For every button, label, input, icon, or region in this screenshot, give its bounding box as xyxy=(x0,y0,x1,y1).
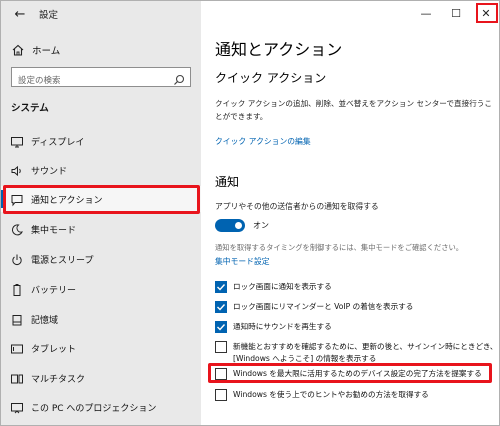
maximize-button[interactable]: ☐ xyxy=(441,1,471,25)
speaker-icon xyxy=(10,163,24,177)
moon-icon xyxy=(10,222,24,236)
sidebar-item-notifications[interactable]: 通知とアクション xyxy=(1,186,201,212)
sidebar-item-display[interactable]: ディスプレイ xyxy=(1,128,201,154)
sidebar-item-multitasking[interactable]: マルチタスク xyxy=(1,365,201,391)
search-box xyxy=(11,67,191,90)
sidebar-item-label: この PC へのプロジェクション xyxy=(31,404,157,414)
minimize-button[interactable]: — xyxy=(411,1,441,25)
checkbox-label: 通知時にサウンドを再生する xyxy=(233,322,332,331)
sidebar-item-tablet[interactable]: タブレット xyxy=(1,335,201,361)
sidebar-item-power[interactable]: 電源とスリープ xyxy=(1,246,201,272)
focus-settings-link[interactable]: 集中モード設定 xyxy=(215,256,270,267)
checkbox-label: 新機能とおすすめを確認するために、更新の後と、サインイン時にときどき、[Wind… xyxy=(233,342,498,363)
checkbox-label: Windows を最大限に活用するためのデバイス設定の完了方法を提案する xyxy=(233,369,482,378)
title-bar: ← 設定 xyxy=(1,1,201,27)
sidebar-item-label: ディスプレイ xyxy=(31,138,85,148)
sidebar-item-storage[interactable]: 記憶域 xyxy=(1,306,201,332)
checkbox[interactable] xyxy=(215,389,227,401)
close-button[interactable]: ✕ xyxy=(471,1,499,25)
sidebar-item-label: 集中モード xyxy=(31,226,77,236)
sidebar-item-label: バッテリー xyxy=(31,286,77,296)
sidebar-item-battery[interactable]: バッテリー xyxy=(1,276,201,302)
checkbox-label: Windows を使う上でのヒントやお勧めの方法を取得する xyxy=(233,390,429,399)
power-icon xyxy=(10,252,24,266)
checkbox[interactable] xyxy=(215,281,227,293)
notifications-heading: 通知 xyxy=(215,175,240,189)
quick-actions-heading: クイック アクション xyxy=(215,71,327,85)
projection-icon xyxy=(10,400,24,414)
sidebar-item-focus[interactable]: 集中モード xyxy=(1,216,201,242)
sidebar-item-label: 電源とスリープ xyxy=(31,256,94,266)
sidebar-item-home[interactable]: ホーム xyxy=(1,38,201,60)
app-title: 設定 xyxy=(39,10,59,21)
window-controls: — ☐ ✕ xyxy=(411,1,499,25)
tablet-icon xyxy=(10,341,24,355)
home-icon xyxy=(11,42,25,56)
checkbox-label: ロック画面にリマインダーと VoIP の着信を表示する xyxy=(233,302,414,311)
checkbox-label: ロック画面に通知を表示する xyxy=(233,282,332,291)
checkbox[interactable] xyxy=(215,368,227,380)
checkbox[interactable] xyxy=(215,321,227,333)
storage-icon xyxy=(10,312,24,326)
sidebar-item-sound[interactable]: サウンド xyxy=(1,157,201,183)
main-panel: — ☐ ✕ 通知とアクション クイック アクション クイック アクションの追加、… xyxy=(201,1,499,425)
notifications-toggle[interactable] xyxy=(215,219,245,232)
checkbox[interactable] xyxy=(215,301,227,313)
sidebar-section-heading: システム xyxy=(11,103,49,114)
edit-quick-actions-link[interactable]: クイック アクションの編集 xyxy=(215,136,311,147)
battery-icon xyxy=(10,282,24,296)
multitask-icon xyxy=(10,371,24,385)
sidebar-item-projection[interactable]: この PC へのプロジェクション xyxy=(1,394,201,420)
sidebar-item-label: ホーム xyxy=(32,46,61,57)
sidebar-item-label: 記憶域 xyxy=(31,316,59,326)
page-title: 通知とアクション xyxy=(215,40,343,59)
notification-icon xyxy=(10,192,24,207)
search-input[interactable] xyxy=(12,72,162,90)
focus-description: 通知を取得するタイミングを制御するには、集中モードをご確認ください。 xyxy=(215,243,464,252)
sidebar-item-label: タブレット xyxy=(31,345,77,355)
sidebar: ← 設定 ホーム システム ディスプレイ サウ xyxy=(1,1,201,425)
toggle-state-label: オン xyxy=(253,221,269,230)
monitor-icon xyxy=(10,134,24,148)
settings-window: ← 設定 ホーム システム ディスプレイ サウ xyxy=(0,0,500,426)
back-button[interactable]: ← xyxy=(11,5,29,23)
checkbox[interactable] xyxy=(215,341,227,353)
sidebar-item-label: 通知とアクション xyxy=(31,196,103,206)
get-notifications-label: アプリやその他の送信者からの通知を取得する xyxy=(215,202,379,211)
quick-actions-description: クイック アクションの追加、削除、並べ替えをアクション センターで直接行うことが… xyxy=(215,99,492,121)
sidebar-item-label: サウンド xyxy=(31,167,68,177)
sidebar-item-label: マルチタスク xyxy=(31,375,86,385)
search-icon[interactable] xyxy=(173,71,185,85)
